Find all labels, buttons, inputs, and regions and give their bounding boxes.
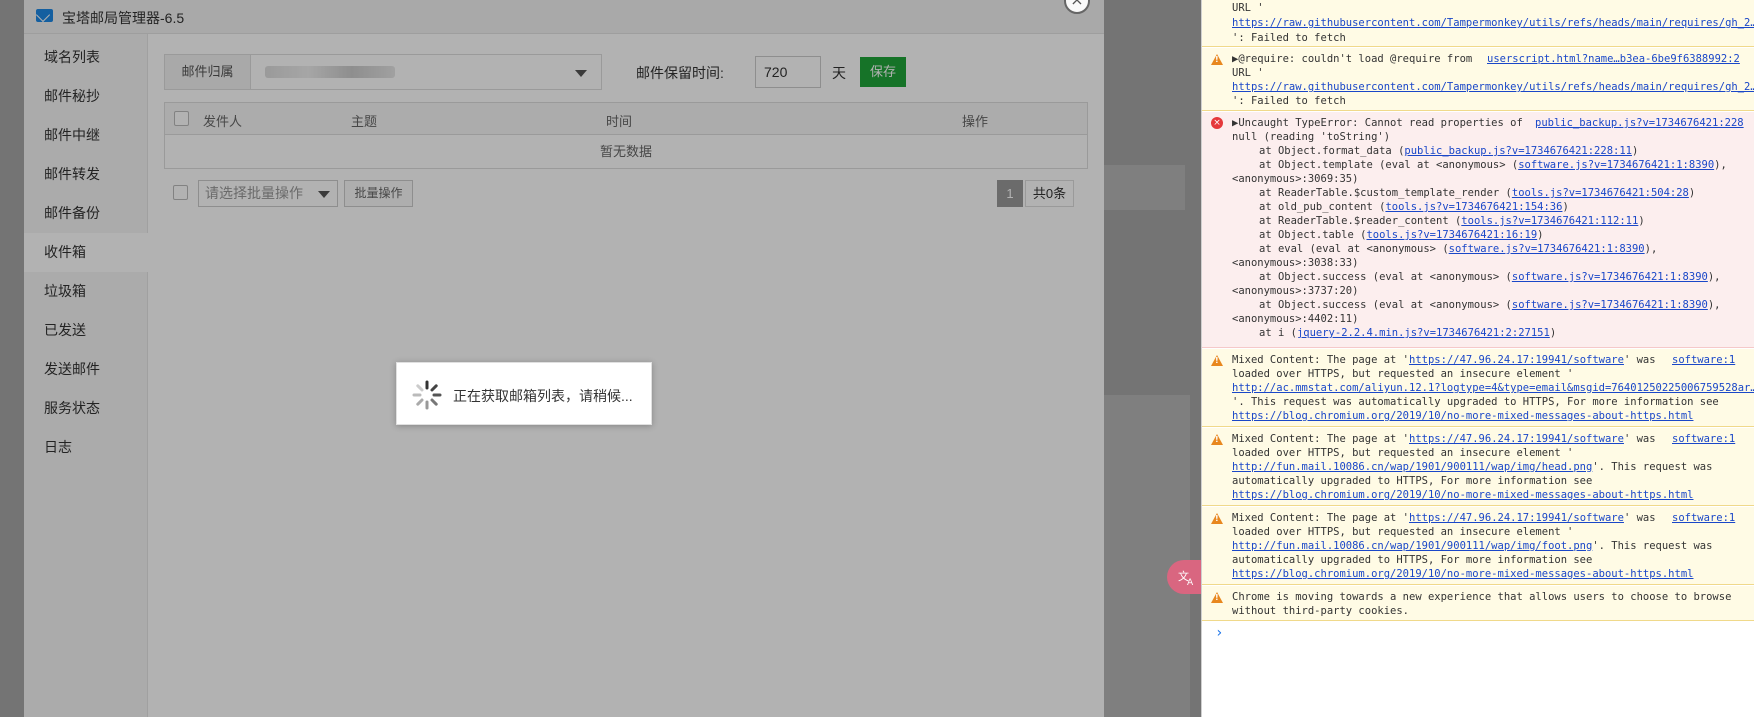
console-text: Mixed Content: The page at 'https://47.9… (1232, 512, 1656, 524)
console-link[interactable]: https://raw.githubusercontent.com/Tamper… (1232, 16, 1754, 30)
console-warning: Mixed Content: The page at 'https://47.9… (1202, 507, 1754, 585)
warning-icon (1211, 355, 1223, 366)
stack-link[interactable]: software.js?v=1734676421:1:8390 (1512, 299, 1708, 311)
console-link[interactable]: http://fun.mail.10086.cn/wap/1901/900111… (1232, 461, 1592, 473)
console-link[interactable]: https://47.96.24.17:19941/software (1409, 433, 1624, 445)
stack-frame: at eval (eval at <anonymous> (software.j… (1259, 243, 1658, 255)
stack-frame: at Object.table (tools.js?v=1734676421:1… (1259, 229, 1544, 241)
stack-link[interactable]: public_backup.js?v=1734676421:228:11 (1404, 145, 1632, 157)
console-text: loaded over HTTPS, but requested an inse… (1232, 526, 1574, 538)
console-text: URL ' (1232, 67, 1264, 79)
stack-link[interactable]: software.js?v=1734676421:1:8390 (1512, 271, 1708, 283)
console-link[interactable]: http://ac.mmstat.com/aliyun.12.1?logtype… (1232, 381, 1754, 395)
console-error: × ▶Uncaught TypeError: Cannot read prope… (1202, 112, 1754, 348)
console-text: loaded over HTTPS, but requested an inse… (1232, 368, 1574, 380)
console-text: ': Failed to fetch (1232, 32, 1346, 44)
warning-icon (1211, 592, 1223, 603)
warning-icon (1211, 513, 1223, 524)
console-warning: Mixed Content: The page at 'https://47.9… (1202, 349, 1754, 427)
stack-link[interactable]: software.js?v=1734676421:1:8390 (1449, 243, 1645, 255)
dialog-loading-overlay (24, 0, 1104, 717)
stack-frame: at Object.format_data (public_backup.js?… (1259, 145, 1639, 157)
stack-frame: at Object.success (eval at <anonymous> (… (1259, 299, 1721, 311)
console-text: Mixed Content: The page at 'https://47.9… (1232, 433, 1656, 445)
stack-link[interactable]: tools.js?v=1734676421:154:36 (1385, 201, 1562, 213)
stack-frame: at ReaderTable.$reader_content (tools.js… (1259, 215, 1645, 227)
stack-frame-cont: <anonymous>:3038:33) (1232, 257, 1359, 269)
console-text[interactable]: ▶@require: couldn't load @require from (1232, 52, 1472, 66)
console-link[interactable]: https://raw.githubusercontent.com/Tamper… (1232, 80, 1754, 94)
console-warning: Mixed Content: The page at 'https://47.9… (1202, 428, 1754, 506)
stack-link[interactable]: tools.js?v=1734676421:504:28 (1512, 187, 1689, 199)
stack-link[interactable]: tools.js?v=1734676421:112:11 (1461, 215, 1638, 227)
stack-frame-cont: <anonymous>:4402:11) (1232, 313, 1359, 325)
stack-frame-cont: <anonymous>:3069:35) (1232, 173, 1359, 185)
console-link[interactable]: https://47.96.24.17:19941/software (1409, 512, 1624, 524)
loading-toast: 正在获取邮箱列表，请稍候... (396, 362, 652, 425)
console-text: loaded over HTTPS, but requested an inse… (1232, 447, 1574, 459)
stack-link[interactable]: jquery-2.2.4.min.js?v=1734676421:2:27151 (1297, 327, 1550, 339)
svg-text:A: A (1187, 578, 1194, 587)
spinner-icon (412, 380, 442, 410)
console-text: Chrome is moving towards a new experienc… (1232, 591, 1732, 603)
console-warning: Chrome is moving towards a new experienc… (1202, 586, 1754, 621)
stack-frame: at Object.template (eval at <anonymous> … (1259, 159, 1727, 171)
console-source-link[interactable]: software:1 (1672, 511, 1735, 525)
console-text: http://fun.mail.10086.cn/wap/1901/900111… (1232, 540, 1713, 552)
devtools-console: URL ' https://raw.githubusercontent.com/… (1201, 0, 1754, 717)
console-text: without third-party cookies. (1232, 605, 1410, 617)
stack-frame: at ReaderTable.$custom_template_render (… (1259, 187, 1696, 199)
error-icon: × (1211, 117, 1223, 129)
console-link[interactable]: https://blog.chromium.org/2019/10/no-mor… (1232, 488, 1693, 502)
loading-text: 正在获取邮箱列表，请稍候... (453, 388, 633, 404)
console-source-link[interactable]: software:1 (1672, 353, 1735, 367)
console-source-link[interactable]: userscript.html?name…b3ea-6be9f6388992:2 (1487, 52, 1740, 66)
console-text: URL ' (1232, 2, 1264, 14)
warning-icon (1211, 434, 1223, 445)
stack-frame: at Object.success (eval at <anonymous> (… (1259, 271, 1721, 283)
console-link[interactable]: https://47.96.24.17:19941/software (1409, 354, 1624, 366)
stack-frame-cont: <anonymous>:3737:20) (1232, 285, 1359, 297)
console-link[interactable]: http://fun.mail.10086.cn/wap/1901/900111… (1232, 540, 1592, 552)
console-text: automatically upgraded to HTTPS, For mor… (1232, 475, 1593, 487)
console-error-text[interactable]: ▶Uncaught TypeError: Cannot read propert… (1232, 116, 1523, 130)
stack-link[interactable]: tools.js?v=1734676421:16:19 (1366, 229, 1537, 241)
translate-glyph-icon: 文 A (1178, 569, 1194, 588)
console-warning: ▶@require: couldn't load @require from u… (1202, 48, 1754, 111)
console-text: automatically upgraded to HTTPS, For mor… (1232, 554, 1593, 566)
console-text: '. This request was automatically upgrad… (1232, 396, 1719, 408)
console-text: null (reading 'toString') (1232, 131, 1391, 143)
console-link[interactable]: https://blog.chromium.org/2019/10/no-mor… (1232, 567, 1693, 581)
console-text: ': Failed to fetch (1232, 95, 1346, 107)
console-source-link[interactable]: public_backup.js?v=1734676421:228 (1535, 116, 1744, 130)
console-source-link[interactable]: software:1 (1672, 432, 1735, 446)
console-warning: URL ' https://raw.githubusercontent.com/… (1202, 0, 1754, 47)
console-text: Mixed Content: The page at 'https://47.9… (1232, 354, 1656, 366)
stack-frame: at i (jquery-2.2.4.min.js?v=1734676421:2… (1259, 327, 1557, 339)
stack-frame: at old_pub_content (tools.js?v=173467642… (1259, 201, 1569, 213)
warning-icon (1211, 54, 1223, 65)
stack-link[interactable]: software.js?v=1734676421:1:8390 (1518, 159, 1714, 171)
console-text: http://fun.mail.10086.cn/wap/1901/900111… (1232, 461, 1713, 473)
console-prompt-icon[interactable]: › (1215, 625, 1223, 641)
console-link[interactable]: https://blog.chromium.org/2019/10/no-mor… (1232, 409, 1693, 423)
